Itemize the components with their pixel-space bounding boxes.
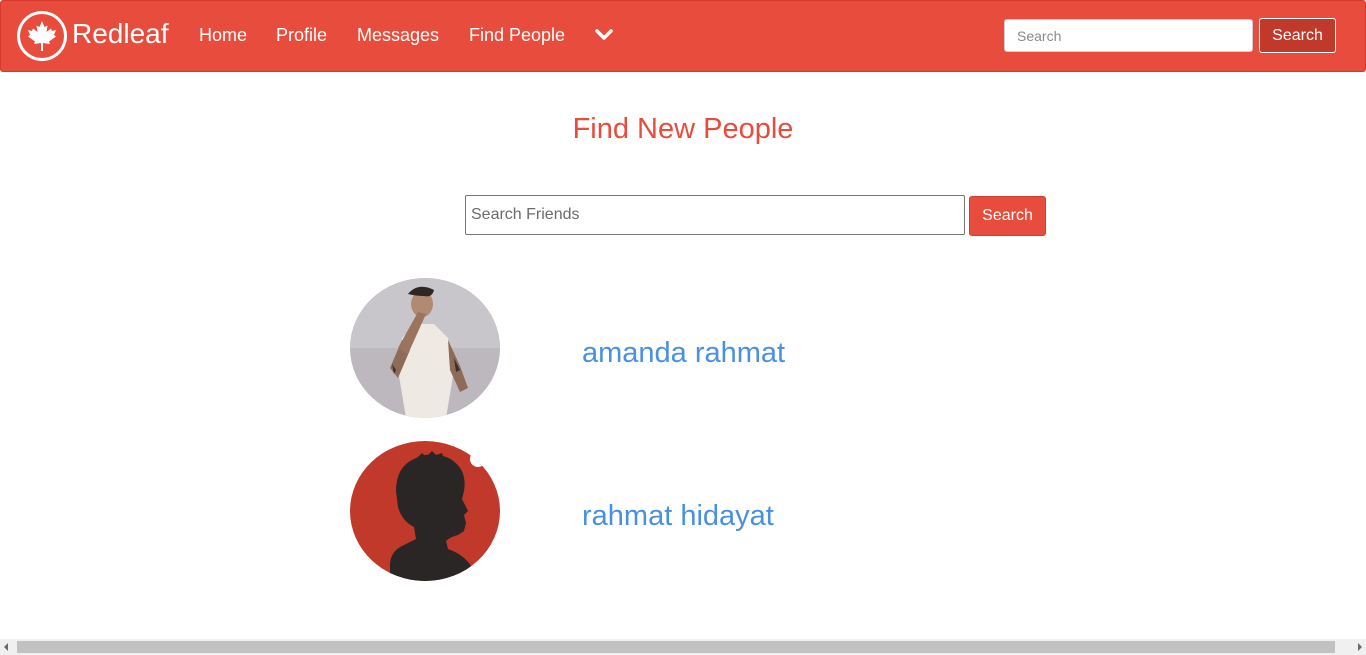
friend-search-button[interactable]: Search [969,196,1046,236]
brand-name[interactable]: Redleaf [72,17,169,51]
nav-profile[interactable]: Profile [276,24,327,46]
friend-search-input[interactable] [465,195,965,235]
person-item: amanda rahmat [350,278,1050,418]
scroll-right-icon[interactable] [1358,643,1362,651]
person-item: rahmat hidayat [350,441,1050,581]
nav-messages[interactable]: Messages [357,24,439,46]
nav-find-people[interactable]: Find People [469,24,565,46]
person-name-link[interactable]: rahmat hidayat [582,499,774,533]
navbar: Redleaf Home Profile Messages Find Peopl… [0,0,1366,72]
top-search-input[interactable] [1004,19,1253,52]
chevron-down-icon[interactable] [594,26,614,44]
top-search-button[interactable]: Search [1259,18,1336,53]
maple-leaf-icon [20,14,64,58]
page-title: Find New People [572,113,794,145]
person-name-link[interactable]: amanda rahmat [582,336,785,370]
avatar[interactable] [350,278,500,418]
scroll-left-icon[interactable] [4,643,8,651]
nav-home[interactable]: Home [199,24,247,46]
brand-logo[interactable] [17,11,67,61]
scrollbar-thumb[interactable] [17,641,1335,653]
avatar[interactable] [350,441,500,581]
horizontal-scrollbar[interactable] [0,639,1366,655]
